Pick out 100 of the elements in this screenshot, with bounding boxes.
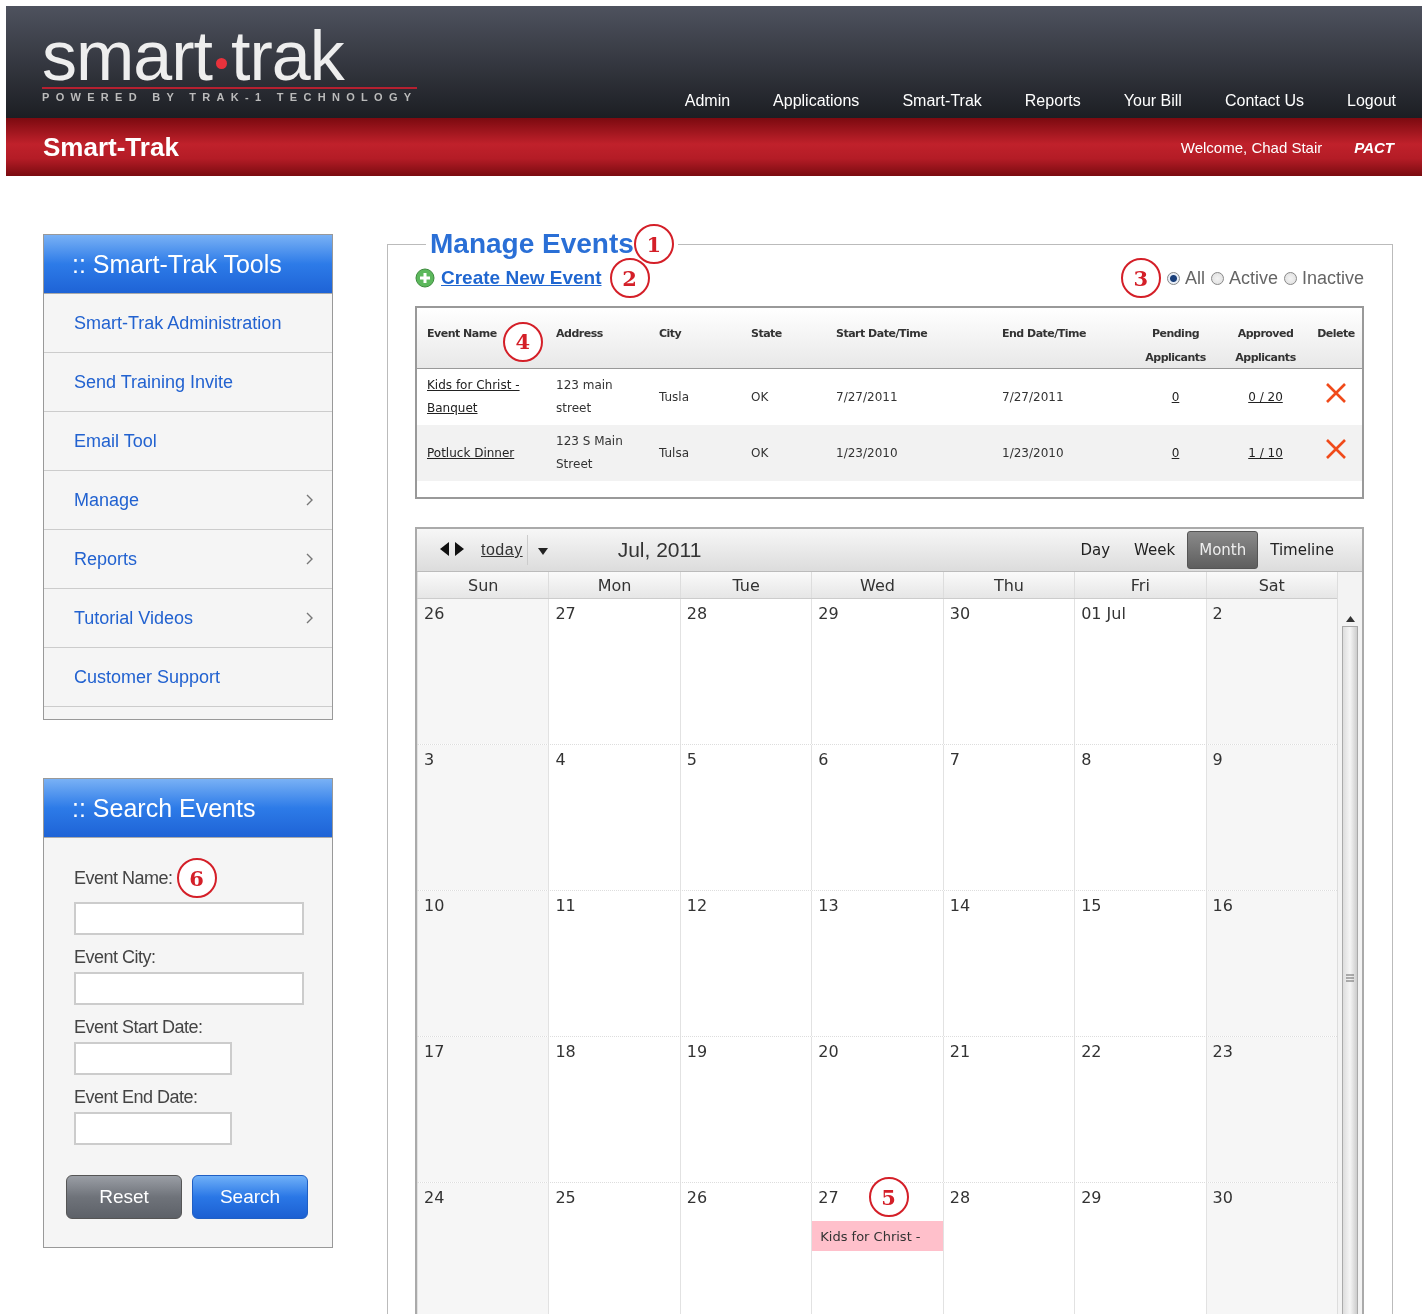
event-name-link[interactable]: Potluck Dinner — [427, 441, 527, 465]
input-field[interactable] — [74, 1042, 232, 1075]
search-button[interactable]: Search — [192, 1175, 308, 1219]
day-number: 18 — [555, 1041, 576, 1061]
day-number: 27 — [818, 1187, 839, 1207]
pending-link[interactable]: 0 — [1171, 445, 1180, 460]
callout-number: 6 — [176, 858, 217, 898]
column-header: City — [659, 326, 682, 342]
day-number: 29 — [1081, 1187, 1102, 1207]
day-number: 01 Jul — [1081, 603, 1126, 623]
sidebar-item[interactable]: Email Tool — [44, 412, 332, 471]
day-number: 27 — [555, 603, 576, 623]
sidebar-item[interactable]: Manage — [44, 471, 332, 530]
day-number: 12 — [686, 895, 708, 915]
sidebar-item[interactable]: Tutorial Videos — [44, 589, 332, 648]
filter-radio[interactable]: All — [1166, 267, 1205, 289]
view-tab[interactable]: Timeline — [1258, 531, 1346, 569]
callout-number: 2 — [609, 258, 650, 298]
column-header: Event Name — [427, 326, 497, 342]
column-header: Applicants — [1235, 350, 1296, 366]
callout-number: 1 — [633, 224, 674, 264]
chevron-right-icon — [306, 494, 314, 506]
sidebar-item[interactable]: Reports — [44, 530, 332, 589]
pending-link[interactable]: 0 — [1171, 389, 1180, 404]
field-label: Event Start Date: — [74, 1017, 203, 1038]
sidebar-item[interactable]: Customer Support — [44, 648, 332, 707]
banner-title: Smart-Trak — [43, 131, 180, 163]
day-number: 30 — [1212, 1187, 1233, 1207]
nav-link[interactable]: Logout — [1304, 92, 1396, 110]
nav-link[interactable]: Admin — [641, 92, 731, 110]
nav-link[interactable]: Your Bill — [1080, 92, 1182, 110]
grip-icon — [1346, 973, 1354, 982]
weekday-header: Tue — [679, 572, 812, 598]
field-label: Event End Date: — [74, 1087, 198, 1108]
table-cell-text: Tulsa — [658, 444, 691, 462]
input-field[interactable] — [74, 1112, 232, 1145]
day-number: 25 — [555, 1187, 576, 1207]
nav-link[interactable]: Smart-Trak — [859, 92, 982, 110]
input-field[interactable] — [74, 902, 304, 935]
weekday-header: Thu — [942, 572, 1075, 598]
day-number: 23 — [1212, 1041, 1233, 1061]
day-number: 28 — [949, 1187, 971, 1207]
column-header: Address — [556, 326, 603, 342]
filter-radio[interactable]: Active — [1210, 267, 1278, 289]
callout-number: 4 — [502, 322, 543, 362]
column-header: Start Date/Time — [836, 326, 928, 342]
day-number: 16 — [1212, 895, 1233, 915]
day-number: 9 — [1212, 749, 1223, 769]
organization-name: PACT — [1354, 138, 1394, 156]
day-number: 17 — [424, 1041, 445, 1061]
table-cell-text: 7/27/2011 — [1001, 388, 1065, 406]
day-number: 28 — [686, 603, 708, 623]
column-header: Delete — [1317, 326, 1355, 342]
day-number: 3 — [424, 749, 435, 769]
approved-link[interactable]: 0 / 20 — [1248, 389, 1283, 404]
sidebar-item[interactable]: Smart-Trak Administration — [44, 294, 332, 353]
nav-link[interactable]: Reports — [981, 92, 1081, 110]
today-link[interactable]: today — [481, 541, 523, 559]
view-tab[interactable]: Week — [1122, 531, 1188, 569]
create-event-link[interactable]: Create New Event — [441, 267, 602, 289]
sidebar-item[interactable]: Send Training Invite — [44, 353, 332, 412]
day-number: 2 — [1212, 603, 1223, 623]
day-number: 19 — [686, 1041, 708, 1061]
day-number: 10 — [424, 895, 445, 915]
section-title: Manage Events — [430, 228, 634, 260]
day-number: 24 — [424, 1187, 445, 1207]
day-number: 22 — [1081, 1041, 1102, 1061]
input-field[interactable] — [74, 972, 304, 1005]
day-number: 20 — [818, 1041, 839, 1061]
day-number: 13 — [818, 895, 839, 915]
event-name-link[interactable]: Kids for Christ - Banquet — [427, 374, 527, 420]
approved-link[interactable]: 1 / 10 — [1248, 445, 1283, 460]
callout-number: 5 — [868, 1177, 909, 1217]
day-number: 29 — [818, 603, 839, 623]
nav-link[interactable]: Applications — [730, 92, 860, 110]
table-cell-text: 123 main street — [555, 377, 614, 417]
day-number: 4 — [555, 749, 566, 769]
chevron-right-icon — [306, 553, 314, 565]
weekday-header: Wed — [811, 572, 943, 598]
table-cell-text: OK — [750, 444, 770, 462]
view-tab[interactable]: Month — [1187, 531, 1259, 569]
table-cell-text: Tusla — [658, 388, 691, 406]
column-header: Approved — [1237, 326, 1294, 342]
column-header: End Date/Time — [1002, 326, 1087, 342]
weekday-header: Sun — [417, 572, 549, 598]
calendar-event[interactable]: Kids for Christ - — [812, 1221, 943, 1251]
column-header: Pending — [1151, 326, 1200, 342]
caret-down-icon — [537, 547, 548, 555]
reset-button[interactable]: Reset — [66, 1175, 182, 1219]
day-number: 6 — [818, 749, 829, 769]
table-cell-text: 1/23/2010 — [835, 444, 899, 462]
callout-number: 3 — [1120, 258, 1161, 298]
day-number: 11 — [555, 895, 576, 915]
nav-link[interactable]: Contact Us — [1181, 92, 1305, 110]
filter-radio[interactable]: Inactive — [1283, 267, 1364, 289]
panel-title: :: Search Events — [44, 779, 332, 838]
day-number: 26 — [424, 603, 445, 623]
scroll-up-icon[interactable] — [1345, 616, 1355, 622]
scrollbar[interactable] — [1337, 572, 1362, 1314]
view-tab[interactable]: Day — [1068, 531, 1123, 569]
